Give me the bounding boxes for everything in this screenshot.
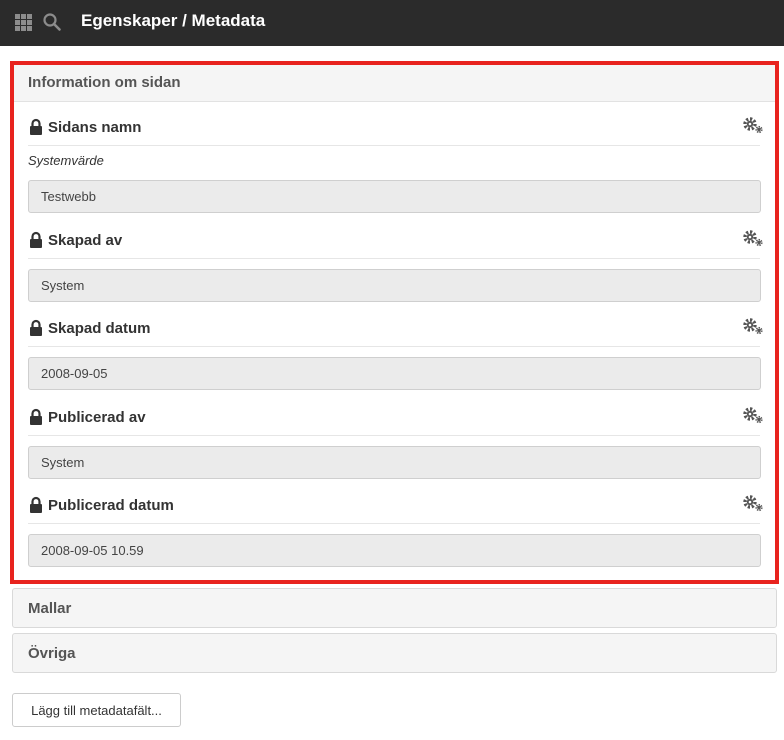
created-date-field[interactable] — [28, 357, 761, 390]
templates-panel[interactable]: Mallar — [12, 588, 777, 628]
published-by-field[interactable] — [28, 446, 761, 479]
field-label-page-name: Sidans namn — [48, 119, 142, 136]
lock-icon — [30, 496, 42, 513]
lock-icon — [30, 319, 42, 336]
lock-icon — [30, 408, 42, 425]
info-panel: Information om sidan Sidans namn Systemv… — [12, 63, 777, 581]
other-panel[interactable]: Övriga — [12, 633, 777, 673]
field-header-created-date: Skapad datum — [28, 317, 763, 347]
gear-icon[interactable] — [742, 406, 764, 424]
field-header-created-by: Skapad av — [28, 229, 763, 259]
field-header-published-by: Publicerad av — [28, 406, 763, 436]
info-panel-title: Information om sidan — [28, 74, 181, 91]
field-header-page-name: Sidans namn — [28, 116, 763, 146]
lock-icon — [30, 118, 42, 135]
published-date-field[interactable] — [28, 534, 761, 567]
other-panel-title: Övriga — [28, 645, 76, 662]
top-bar: Egenskaper / Metadata — [0, 0, 784, 46]
gear-icon[interactable] — [742, 116, 764, 134]
search-icon[interactable] — [42, 12, 62, 32]
add-metadata-field-button[interactable]: Lägg till metadatafält... — [12, 693, 181, 727]
gear-icon[interactable] — [742, 317, 764, 335]
field-label-published-date: Publicerad datum — [48, 497, 174, 514]
lock-icon — [30, 231, 42, 248]
page-title: Egenskaper / Metadata — [81, 11, 266, 30]
field-label-created-by: Skapad av — [48, 232, 123, 249]
info-panel-header[interactable]: Information om sidan — [13, 64, 776, 102]
system-value-note: Systemvärde — [28, 153, 104, 168]
templates-panel-title: Mallar — [28, 600, 72, 617]
gear-icon[interactable] — [742, 229, 764, 247]
gear-icon[interactable] — [742, 494, 764, 512]
field-label-published-by: Publicerad av — [48, 409, 146, 426]
page-name-field[interactable] — [28, 180, 761, 213]
created-by-field[interactable] — [28, 269, 761, 302]
apps-grid-icon[interactable] — [15, 14, 32, 31]
field-header-published-date: Publicerad datum — [28, 494, 763, 524]
field-label-created-date: Skapad datum — [48, 320, 151, 337]
